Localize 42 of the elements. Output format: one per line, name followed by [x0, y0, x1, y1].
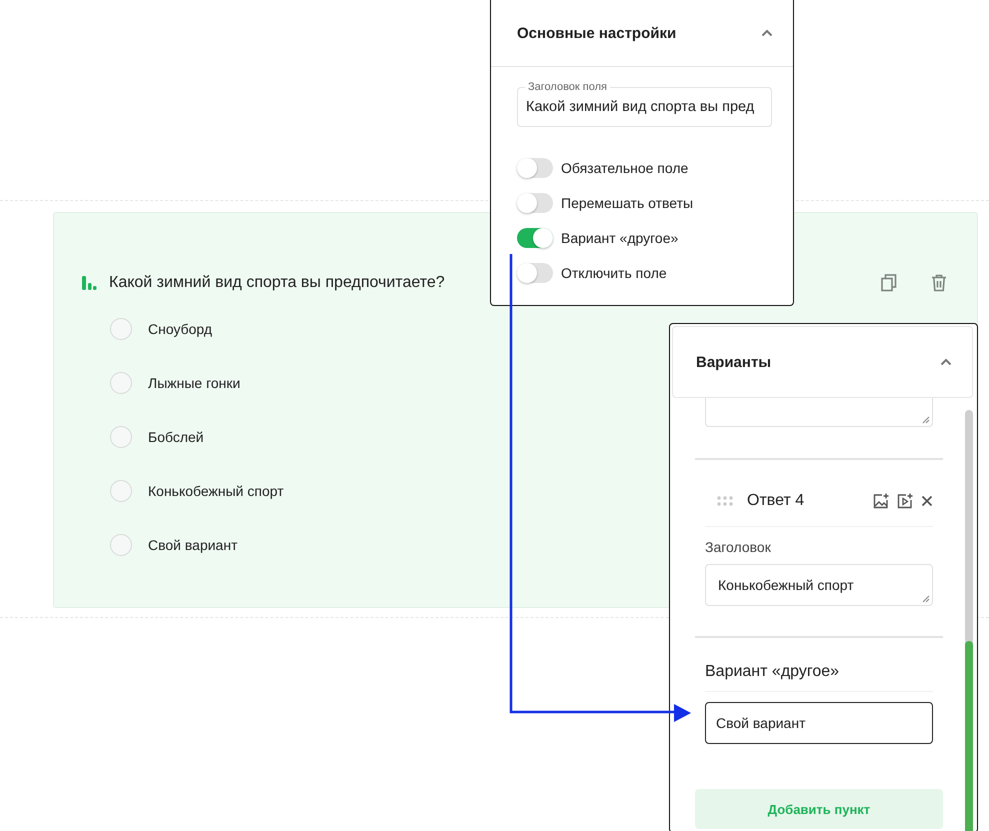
resize-handle-icon[interactable] — [922, 595, 930, 603]
toggle-label: Перемешать ответы — [561, 195, 694, 211]
section-title: Вариант «другое» — [705, 663, 840, 681]
other-option-field[interactable]: Свой вариант — [705, 702, 933, 744]
chevron-icon[interactable] — [940, 358, 952, 366]
option-label: Сноуборд — [148, 321, 212, 337]
panel-title: Основные настройки — [517, 24, 676, 42]
copy-icon[interactable] — [881, 274, 897, 292]
field-label: Заголовок — [705, 539, 772, 555]
toggle-label: Вариант «другое» — [561, 230, 678, 246]
option-label: Конькобежный спорт — [148, 483, 284, 499]
field-value: Какой зимний вид спорта вы пред — [525, 99, 756, 115]
toggle-switch[interactable] — [517, 193, 553, 213]
toggle-switch[interactable] — [517, 228, 553, 248]
question-title: Какой зимний вид спорта вы предпочитаете? — [109, 274, 445, 292]
resize-handle-icon[interactable] — [922, 416, 930, 424]
panel-title: Варианты — [696, 354, 772, 370]
field-value: Конькобежный спорт — [718, 577, 854, 593]
drag-handle-icon[interactable] — [717, 496, 733, 506]
scrollbar[interactable] — [965, 410, 973, 831]
toggle-label: Обязательное поле — [561, 160, 688, 176]
toggle-label: Отключить поле — [561, 265, 667, 281]
option-label: Лыжные гонки — [148, 375, 240, 391]
heading-field[interactable]: Конькобежный спорт — [705, 564, 933, 606]
add-image-icon[interactable] — [873, 493, 889, 509]
radio-button[interactable] — [110, 426, 132, 448]
radio-button[interactable] — [110, 372, 132, 394]
answer-title: Ответ 4 — [747, 492, 804, 510]
title-field[interactable]: Заголовок поля Какой зимний вид спорта вы пред — [517, 80, 772, 127]
text-field[interactable] — [705, 398, 933, 427]
radio-button[interactable] — [110, 480, 132, 502]
radio-button[interactable] — [110, 318, 132, 340]
delete-icon[interactable] — [931, 274, 947, 292]
option-label: Бобслей — [148, 429, 204, 445]
bar-chart-icon — [81, 275, 97, 291]
chevron-icon[interactable] — [761, 29, 773, 37]
radio-button[interactable] — [110, 534, 132, 556]
add-video-icon[interactable] — [897, 493, 913, 509]
option-label: Свой вариант — [148, 537, 238, 553]
toggle-switch[interactable] — [517, 158, 553, 178]
toggle-switch[interactable] — [517, 263, 553, 283]
close-icon[interactable] — [921, 495, 933, 507]
